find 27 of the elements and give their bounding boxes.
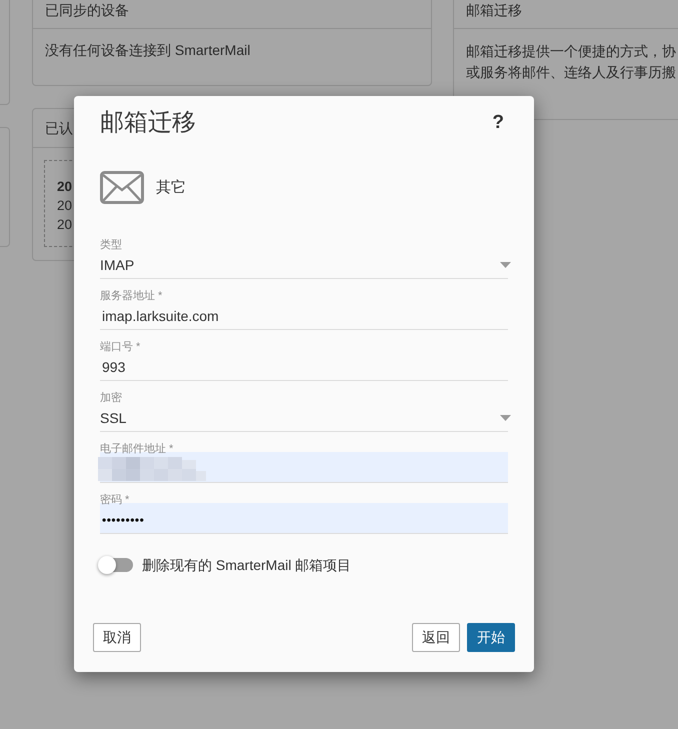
envelope-icon	[100, 171, 144, 204]
select-field[interactable]: SSL	[100, 401, 508, 432]
dialog-button[interactable]: 取消	[93, 623, 141, 652]
help-button[interactable]: ?	[492, 112, 504, 134]
dialog-button[interactable]: 开始	[467, 623, 515, 652]
card-title: 已认	[45, 119, 73, 138]
entry-text: 20	[57, 197, 72, 215]
select-field[interactable]: IMAP	[100, 248, 508, 279]
caret-icon	[500, 262, 511, 268]
card-title: 已同步的设备	[45, 0, 129, 20]
text-field[interactable]: imap.larksuite.com	[100, 299, 508, 330]
description-text: 或服务将邮件、连络人及行事历搬	[466, 63, 676, 82]
card-title: 邮箱迁移	[466, 0, 522, 20]
entry-text: 20	[57, 178, 72, 196]
password-field[interactable]: •••••••••	[100, 503, 508, 534]
dialog-button[interactable]: 返回	[412, 623, 460, 652]
provider-name: 其它	[156, 178, 186, 198]
entry-text: 20	[57, 216, 72, 234]
description-text: 邮箱迁移提供一个便捷的方式，协	[466, 42, 676, 61]
text-field[interactable]	[100, 452, 508, 483]
toggle-switch[interactable]	[98, 556, 133, 574]
dialog-title: 邮箱迁移	[100, 108, 196, 138]
caret-icon	[500, 415, 511, 421]
toggle-label: 删除现有的 SmarterMail 邮箱项目	[142, 556, 352, 575]
empty-message: 没有任何设备连接到 SmarterMail	[45, 41, 252, 60]
text-field[interactable]: 993	[100, 350, 508, 381]
field-label: 电子邮件地址 *	[100, 442, 174, 456]
